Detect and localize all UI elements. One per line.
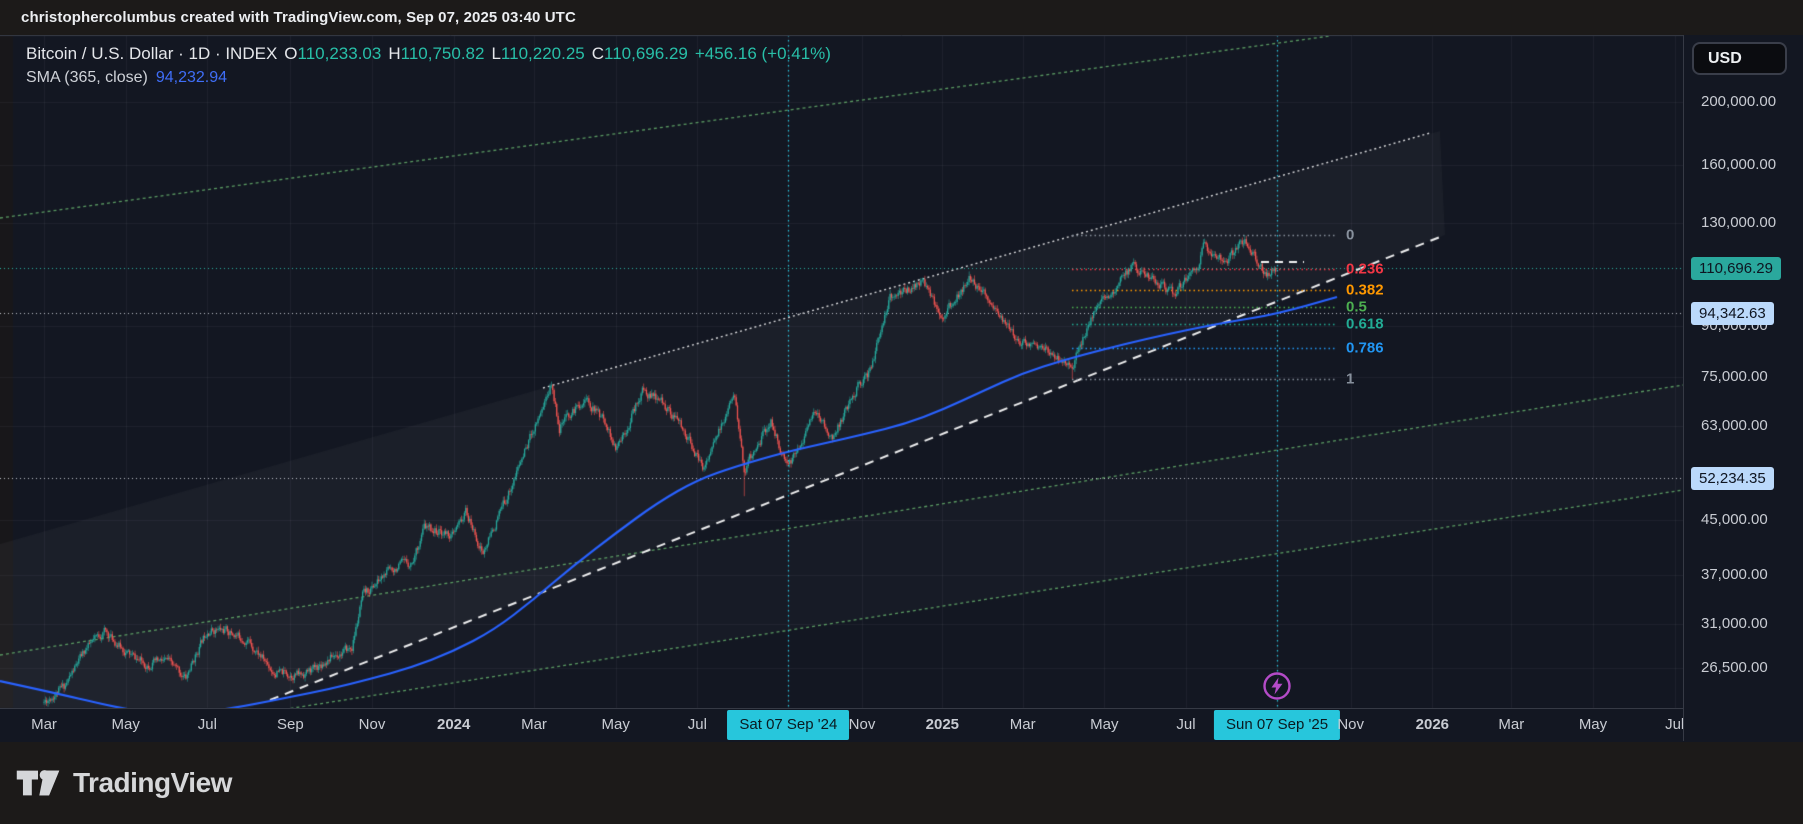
fib-level-label[interactable]: 0.786 [1346,340,1384,357]
fib-level-label[interactable]: 1 [1346,371,1354,388]
symbol-legend-row[interactable]: Bitcoin / U.S. Dollar · 1D · INDEX O110,2… [26,44,831,64]
attribution-text: christophercolumbus created with Trading… [21,9,576,26]
time-axis-label: Jul [687,716,707,733]
price-axis-label: 37,000.00 [1701,565,1768,583]
time-axis[interactable]: Mar May Jul Sep Nov 2024 Mar May Jul Sat 07 Sep '… [0,708,1683,742]
tradingview-snapshot: christophercolumbus created with Trading… [0,0,1803,824]
sma-legend-row[interactable]: SMA (365, close) 94,232.94 [26,69,831,87]
sma-label: SMA (365, close) [26,69,148,86]
price-line-badge: 94,342.63 [1691,301,1774,325]
time-axis-label: Jul [197,716,217,733]
open-label: O [284,44,298,63]
price-axis-label: 31,000.00 [1701,615,1768,633]
change-value: +456.16 (+0.41%) [694,44,831,63]
close-label: C [591,44,605,63]
time-axis-label: May [111,716,140,733]
time-axis-label: 2024 [436,716,471,733]
price-axis-label: 130,000.00 [1701,214,1777,231]
fib-level-label[interactable]: 0.5 [1346,299,1367,316]
price-line-badge: 52,234.35 [1691,467,1774,491]
price-axis-label: 75,000.00 [1701,368,1768,385]
price-axis-label: 160,000.00 [1701,155,1777,173]
lightning-icon[interactable] [1262,671,1292,701]
time-axis-label: 2026 [1415,716,1450,733]
last-price-badge: 110,696.29 [1691,257,1781,280]
time-axis-label: Nov [358,716,386,733]
open-value: 110,233.03 [297,44,382,63]
chart-legend[interactable]: Bitcoin / U.S. Dollar · 1D · INDEX O110,2… [26,44,831,87]
time-axis-label: 2025 [925,716,960,733]
low-label: L [491,44,501,63]
price-axis-label: 63,000.00 [1701,416,1768,434]
price-axis-label: 45,000.00 [1701,511,1768,529]
high-label: H [388,44,401,63]
low-value: 110,220.25 [500,44,585,63]
high-value: 110,750.82 [400,44,485,63]
time-axis-label: May [1578,716,1608,733]
time-axis-label: May [601,716,630,733]
time-axis-label: Mar [521,716,547,733]
price-chart-canvas[interactable] [0,0,1803,824]
price-axis-label: 26,500.00 [1701,659,1768,677]
time-axis-label: Sep [276,716,304,733]
time-axis-label: Jul [1176,716,1196,733]
fib-level-label[interactable]: 0.236 [1346,261,1384,278]
time-axis-label: Mar [1009,716,1036,733]
time-axis-label: Jul [1665,716,1683,733]
time-axis-label: Mar [31,716,57,733]
date-highlight-badge: Sun 07 Sep '25 [1213,710,1341,740]
time-axis-label: Nov [1337,716,1364,733]
tradingview-logo-icon [16,770,60,796]
currency-toggle-button[interactable]: USD [1692,42,1787,75]
currency-label: USD [1708,49,1742,67]
fib-level-label[interactable]: 0.618 [1346,316,1384,333]
attribution-bar: christophercolumbus created with Trading… [0,0,1803,35]
price-axis[interactable]: USD 200,000.00 160,000.00 130,000.00 90,000… [1683,35,1803,741]
price-axis-label: 200,000.00 [1701,93,1777,111]
fib-level-label[interactable]: 0.382 [1346,282,1384,299]
date-highlight-badge: Sat 07 Sep '24 [727,710,850,740]
symbol-title: Bitcoin / U.S. Dollar · 1D · INDEX [26,44,278,63]
time-axis-label: Mar [1498,716,1525,733]
fib-level-label[interactable]: 0 [1346,227,1354,244]
tradingview-wordmark: TradingView [73,767,232,798]
footer-bar: TradingView [0,742,1803,824]
time-axis-label: May [1090,716,1119,733]
sma-value: 94,232.94 [155,69,228,86]
close-value: 110,696.29 [604,44,688,63]
time-axis-label: Nov [848,716,876,733]
